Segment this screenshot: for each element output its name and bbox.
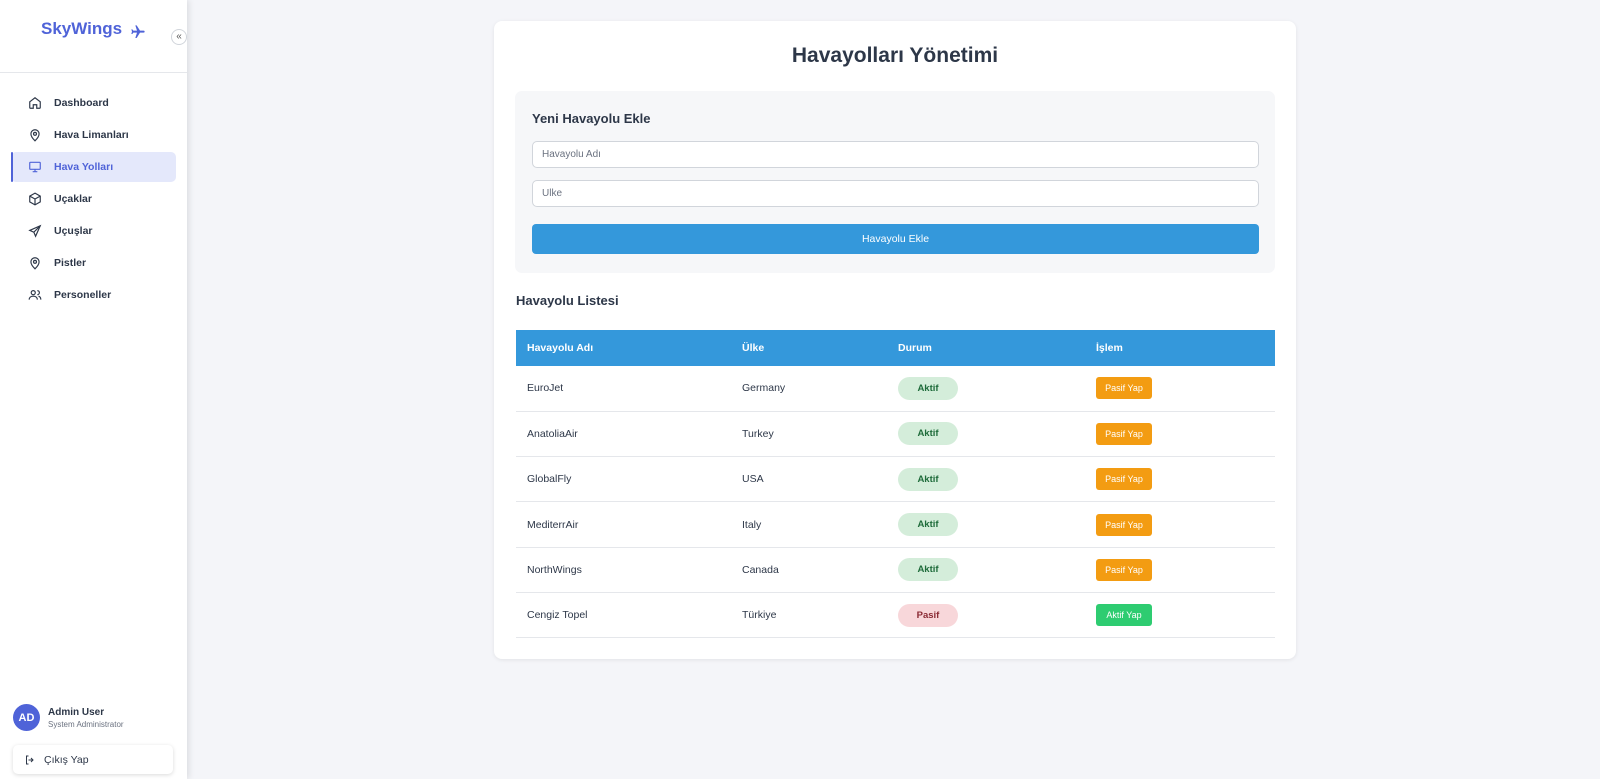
add-airline-form: Yeni Havayolu Ekle Havayolu Ekle bbox=[515, 91, 1275, 273]
country-cell: Italy bbox=[731, 501, 887, 548]
user-role: System Administrator bbox=[48, 719, 124, 729]
country-input[interactable] bbox=[532, 180, 1259, 207]
airline-name-cell: MediterrAir bbox=[516, 501, 731, 548]
logo-row: SkyWings « bbox=[0, 0, 187, 73]
form-title: Yeni Havayolu Ekle bbox=[532, 111, 651, 126]
airlines-card: Havayolları Yönetimi Yeni Havayolu Ekle … bbox=[494, 21, 1296, 659]
airline-name-cell: EuroJet bbox=[516, 366, 731, 412]
status-badge: Aktif bbox=[898, 376, 958, 400]
activate-button[interactable]: Aktif Yap bbox=[1096, 604, 1152, 627]
table-row: AnatoliaAir Turkey Aktif Pasif Yap bbox=[516, 411, 1275, 458]
sidebar-item-label: Dashboard bbox=[54, 97, 109, 109]
action-cell: Pasif Yap bbox=[1085, 456, 1275, 503]
table-row: EuroJet Germany Aktif Pasif Yap bbox=[516, 366, 1275, 412]
table-row: GlobalFly USA Aktif Pasif Yap bbox=[516, 456, 1275, 503]
table-row: NorthWings Canada Aktif Pasif Yap bbox=[516, 547, 1275, 593]
status-cell: Aktif bbox=[887, 456, 1085, 503]
status-badge: Aktif bbox=[898, 422, 958, 446]
map-pin-icon bbox=[28, 256, 42, 270]
column-header-status: Durum bbox=[887, 330, 1085, 366]
sidebar-item-aircraft[interactable]: Uçaklar bbox=[11, 184, 176, 214]
home-icon bbox=[28, 96, 42, 110]
table-row: Cengiz Topel Türkiye Pasif Aktif Yap bbox=[516, 592, 1275, 639]
sidebar-nav: Dashboard Hava Limanları Hava Yolları Uç… bbox=[0, 88, 187, 312]
status-cell: Aktif bbox=[887, 411, 1085, 458]
logout-button[interactable]: Çıkış Yap bbox=[13, 745, 173, 774]
action-cell: Pasif Yap bbox=[1085, 501, 1275, 548]
country-cell: USA bbox=[731, 456, 887, 503]
sidebar-item-label: Pistler bbox=[54, 257, 87, 269]
deactivate-button[interactable]: Pasif Yap bbox=[1096, 377, 1152, 400]
sidebar-item-label: Personeller bbox=[54, 289, 112, 301]
add-airline-button[interactable]: Havayolu Ekle bbox=[532, 224, 1259, 254]
users-icon bbox=[28, 288, 42, 302]
status-cell: Aktif bbox=[887, 547, 1085, 593]
column-header-country: Ülke bbox=[731, 330, 887, 366]
avatar: AD bbox=[13, 704, 40, 731]
deactivate-button[interactable]: Pasif Yap bbox=[1096, 422, 1152, 445]
logout-label: Çıkış Yap bbox=[44, 753, 89, 766]
airline-name-cell: Cengiz Topel bbox=[516, 592, 731, 639]
status-cell: Pasif bbox=[887, 592, 1085, 639]
action-cell: Aktif Yap bbox=[1085, 592, 1275, 639]
deactivate-button[interactable]: Pasif Yap bbox=[1096, 468, 1152, 491]
table-header-row: Havayolu Adı Ülke Durum İşlem bbox=[516, 330, 1275, 366]
brand-name: SkyWings bbox=[41, 19, 123, 38]
send-icon bbox=[28, 224, 42, 238]
table-row: MediterrAir Italy Aktif Pasif Yap bbox=[516, 501, 1275, 548]
column-header-action: İşlem bbox=[1085, 330, 1275, 366]
airline-name-cell: GlobalFly bbox=[516, 456, 731, 503]
sidebar-item-flights[interactable]: Uçuşlar bbox=[11, 216, 176, 246]
sidebar-collapse-button[interactable]: « bbox=[171, 29, 187, 45]
sidebar-item-label: Hava Yolları bbox=[54, 161, 114, 173]
logout-icon bbox=[26, 755, 34, 764]
page-title: Havayolları Yönetimi bbox=[791, 44, 999, 67]
airline-name-cell: AnatoliaAir bbox=[516, 411, 731, 458]
column-header-name: Havayolu Adı bbox=[516, 330, 731, 366]
user-name: Admin User bbox=[48, 706, 105, 718]
user-profile[interactable]: AD Admin User System Administrator bbox=[13, 704, 124, 731]
list-title: Havayolu Listesi bbox=[516, 293, 619, 308]
brand-logo[interactable]: SkyWings bbox=[41, 18, 148, 40]
box-icon bbox=[28, 192, 42, 206]
status-badge: Aktif bbox=[898, 558, 958, 582]
country-cell: Turkey bbox=[731, 411, 887, 458]
status-cell: Aktif bbox=[887, 501, 1085, 548]
airline-name-cell: NorthWings bbox=[516, 547, 731, 593]
sidebar-item-airports[interactable]: Hava Limanları bbox=[11, 120, 176, 150]
status-badge: Aktif bbox=[898, 513, 958, 537]
airplane-icon bbox=[131, 25, 145, 38]
map-pin-icon bbox=[28, 128, 42, 142]
monitor-icon bbox=[28, 160, 42, 174]
sidebar-item-airlines[interactable]: Hava Yolları bbox=[11, 152, 176, 182]
sidebar-item-label: Uçaklar bbox=[54, 193, 92, 205]
airline-name-input[interactable] bbox=[532, 141, 1259, 168]
country-cell: Türkiye bbox=[731, 592, 887, 639]
sidebar-item-dashboard[interactable]: Dashboard bbox=[11, 88, 176, 118]
sidebar-item-runways[interactable]: Pistler bbox=[11, 248, 176, 278]
action-cell: Pasif Yap bbox=[1085, 547, 1275, 593]
deactivate-button[interactable]: Pasif Yap bbox=[1096, 513, 1152, 536]
action-cell: Pasif Yap bbox=[1085, 366, 1275, 412]
user-info: Admin User System Administrator bbox=[48, 707, 124, 729]
country-cell: Germany bbox=[731, 366, 887, 412]
action-cell: Pasif Yap bbox=[1085, 411, 1275, 458]
status-badge: Pasif bbox=[898, 603, 958, 627]
status-badge: Aktif bbox=[898, 467, 958, 491]
sidebar-item-label: Hava Limanları bbox=[54, 129, 129, 141]
sidebar: SkyWings « Dashboard Hava Limanları Hava… bbox=[0, 0, 187, 779]
sidebar-item-staff[interactable]: Personeller bbox=[11, 280, 176, 310]
status-cell: Aktif bbox=[887, 366, 1085, 412]
deactivate-button[interactable]: Pasif Yap bbox=[1096, 558, 1152, 581]
airlines-table: Havayolu Adı Ülke Durum İşlem EuroJet Ge… bbox=[516, 330, 1275, 639]
sidebar-item-label: Uçuşlar bbox=[54, 225, 93, 237]
country-cell: Canada bbox=[731, 547, 887, 593]
